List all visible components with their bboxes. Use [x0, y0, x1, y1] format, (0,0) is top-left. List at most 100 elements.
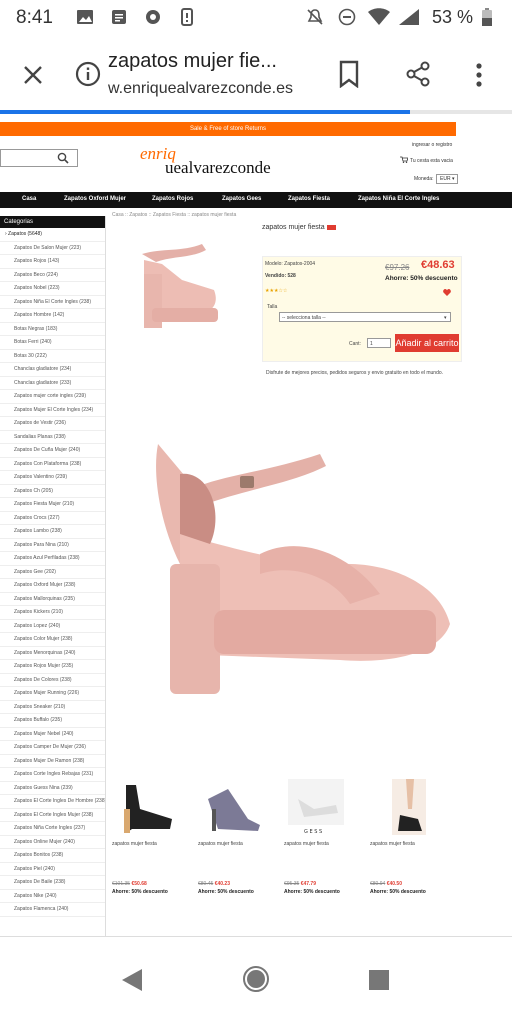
sidebar-category-item[interactable]: Zapatos Rojos (143)	[0, 255, 105, 269]
sidebar-category-item[interactable]: Zapatos Beco (224)	[0, 269, 105, 282]
image-icon	[77, 10, 93, 24]
close-icon[interactable]	[22, 64, 44, 86]
related-product-2[interactable]: zapatos mujer fiesta €80.45 €40.23 Ahorr…	[198, 779, 278, 895]
sidebar-category-item[interactable]: Zapatos Gee (202)	[0, 566, 105, 579]
sidebar-category-item[interactable]: Zapatos Mujer De Ramon (238)	[0, 755, 105, 768]
related-product-name[interactable]: zapatos mujer fiesta	[284, 841, 329, 847]
related-product-name[interactable]: zapatos mujer fiesta	[198, 841, 243, 847]
sidebar-category-item[interactable]: Zapatos Con Plataforma (238)	[0, 458, 105, 471]
cart-icon[interactable]	[400, 156, 408, 163]
sidebar-category-item[interactable]: Zapatos Fiesta Mujer (210)	[0, 498, 105, 512]
sidebar-category-item[interactable]: Botas Negras (183)	[0, 323, 105, 336]
sidebar-category-item[interactable]: Zapatos Bonitos (238)	[0, 849, 105, 863]
nav-item-oxford[interactable]: Zapatos Oxford Mujer	[64, 196, 126, 202]
related-product-1[interactable]: zapatos mujer fiesta €101.35 €50.68 Ahor…	[112, 779, 192, 895]
wishlist-heart-icon[interactable]	[443, 289, 451, 296]
sidebar-category-item[interactable]: Zapatos Mujer El Corte Ingles (234)	[0, 404, 105, 417]
more-icon[interactable]	[474, 62, 484, 88]
currency-select[interactable]: EUR ▾	[436, 174, 459, 184]
sidebar-category-item[interactable]: Zapatos Online Mujer (240)	[0, 836, 105, 849]
sidebar-category-item[interactable]: Zapatos Mujer Running (226)	[0, 687, 105, 701]
nav-item-gees[interactable]: Zapatos Gees	[222, 196, 261, 202]
product-thumbnail[interactable]	[122, 234, 226, 334]
sidebar-category-item[interactable]: Zapatos Mallorquinas (235)	[0, 593, 105, 606]
sidebar-category-item[interactable]: Zapatos Piel (240)	[0, 863, 105, 876]
sidebar-category-item[interactable]: Zapatos Lopez (240)	[0, 620, 105, 633]
sidebar-category-item[interactable]: Zapatos Crocs (227)	[0, 512, 105, 525]
sidebar-category-item[interactable]: Zapatos mujer corte ingles (239)	[0, 390, 105, 404]
sidebar-category-item[interactable]: Botas 30 (222)	[0, 350, 105, 363]
add-to-cart-button[interactable]: Añadir al carrito	[395, 334, 459, 352]
related-product-name[interactable]: zapatos mujer fiesta	[112, 841, 157, 847]
sidebar-category-item[interactable]: Chanclas gladiatore (233)	[0, 377, 105, 390]
related-product-name[interactable]: zapatos mujer fiesta	[370, 841, 415, 847]
related-product-image[interactable]: G E S S	[284, 779, 348, 835]
sidebar-category-item[interactable]: Zapatos De Salon Mujer (223)	[0, 242, 105, 255]
qty-input[interactable]: 1	[367, 338, 391, 348]
sidebar-category-item[interactable]: Zapatos De Cuña Mujer (240)	[0, 444, 105, 458]
sidebar-category-item[interactable]: Zapatos Kickers (210)	[0, 606, 105, 620]
related-product-image[interactable]	[370, 779, 434, 835]
related-product-image[interactable]	[198, 779, 262, 835]
home-icon[interactable]	[242, 965, 270, 993]
page-title[interactable]: zapatos mujer fie...	[108, 50, 277, 73]
breadcrumb[interactable]: Casa :: Zapatos :: Zapatos Fiesta :: zap…	[112, 212, 236, 218]
sidebar-category-item[interactable]: Zapatos Hombre (142)	[0, 309, 105, 323]
sidebar-category-item[interactable]: Zapatos De Baile (238)	[0, 876, 105, 890]
sidebar-category-item[interactable]: Zapatos Sneaker (210)	[0, 701, 105, 714]
sidebar-category-item[interactable]: Sandalias Planas (238)	[0, 431, 105, 444]
sidebar-category-item[interactable]: Zapatos Azul Perfiladas (238)	[0, 552, 105, 566]
sidebar-category-item[interactable]: Zapatos Corte Ingles Rebajas (231)	[0, 768, 105, 782]
related-product-3[interactable]: G E S S zapatos mujer fiesta €95.35 €47.…	[284, 779, 364, 895]
related-product-price: €80.45 €40.23	[198, 881, 230, 887]
nav-item-nina[interactable]: Zapatos Niña El Corte Ingles	[358, 196, 439, 202]
sidebar-category-item[interactable]: Botas Ferri (240)	[0, 336, 105, 350]
share-icon[interactable]	[404, 60, 432, 88]
bookmark-icon[interactable]	[338, 60, 360, 88]
sidebar-category-item[interactable]: Zapatos Ch (205)	[0, 485, 105, 498]
site-search-input[interactable]	[0, 149, 78, 167]
sidebar-category-item[interactable]: Zapatos Lambo (238)	[0, 525, 105, 539]
back-icon[interactable]	[120, 967, 144, 993]
sidebar-category-item[interactable]: Zapatos Rojos Mujer (235)	[0, 660, 105, 674]
account-link[interactable]: ingresar o registro	[412, 142, 452, 148]
info-icon[interactable]	[74, 60, 102, 88]
sidebar-category-item[interactable]: Zapatos De Colores (238)	[0, 674, 105, 687]
sidebar-category-item[interactable]: Zapatos de Vestir (236)	[0, 417, 105, 431]
sidebar-category-item[interactable]: Zapatos Guess Nina (239)	[0, 782, 105, 795]
old-price: €97.26	[385, 263, 410, 272]
promo-banner[interactable]: Sale & Free of store Returns	[0, 122, 456, 136]
sidebar-category-item[interactable]: Zapatos Valentino (239)	[0, 471, 105, 485]
sidebar-category-item[interactable]: Zapatos Niña Corte Ingles (237)	[0, 822, 105, 836]
sidebar-category-item[interactable]: Zapatos Niña El Corte Ingles (238)	[0, 296, 105, 309]
site-logo[interactable]: enriq uealvarezconde	[140, 144, 290, 184]
nav-item-fiesta[interactable]: Zapatos Fiesta	[288, 196, 330, 202]
page-domain[interactable]: w.enriquealvarezconde.es	[108, 80, 293, 98]
cart-status[interactable]: Tu cesta esta vacia	[410, 158, 453, 164]
sidebar-category-item[interactable]: Zapatos Menorquinas (240)	[0, 647, 105, 660]
sidebar-category-item[interactable]: Zapatos Oxford Mujer (238)	[0, 579, 105, 593]
nav-item-home[interactable]: Casa	[22, 196, 36, 202]
currency-label: Moneda:	[414, 176, 434, 182]
nav-item-rojos[interactable]: Zapatos Rojos	[152, 196, 193, 202]
sidebar-category-item[interactable]: Zapatos El Corte Ingles Mujer (238)	[0, 809, 105, 822]
sidebar-category-item[interactable]: Zapatos Flamenca (240)	[0, 903, 105, 917]
sold-label: Vendido: 528	[265, 273, 296, 279]
search-icon[interactable]	[57, 152, 69, 164]
sidebar-category-item[interactable]: Chanclas gladiatore (234)	[0, 363, 105, 377]
sidebar-category-item[interactable]: Zapatos Color Mujer (238)	[0, 633, 105, 647]
recents-icon[interactable]	[368, 969, 390, 991]
sidebar-category-item[interactable]: Zapatos Nobel (223)	[0, 282, 105, 296]
mute-icon	[307, 9, 323, 25]
sidebar-category-item[interactable]: Zapatos Camper De Mujer (236)	[0, 741, 105, 755]
sidebar-category-item[interactable]: Zapatos El Corte Ingles De Hombre (238)	[0, 795, 105, 809]
related-product-image[interactable]	[112, 779, 176, 835]
sidebar-category-item[interactable]: › Zapatos (5648)	[0, 228, 105, 242]
sidebar-category-item[interactable]: Zapatos Nike (240)	[0, 890, 105, 903]
size-select[interactable]: -- selecciona talla -- ▾	[279, 312, 451, 322]
sidebar-category-item[interactable]: Zapatos Mujer Nebel (240)	[0, 728, 105, 741]
sidebar-category-item[interactable]: Zapatos Para Nina (210)	[0, 539, 105, 552]
product-main-image[interactable]	[140, 414, 460, 714]
related-product-4[interactable]: zapatos mujer fiesta €80.94 €40.50 Ahorr…	[370, 779, 450, 895]
sidebar-category-item[interactable]: Zapatos Buffalo (235)	[0, 714, 105, 728]
